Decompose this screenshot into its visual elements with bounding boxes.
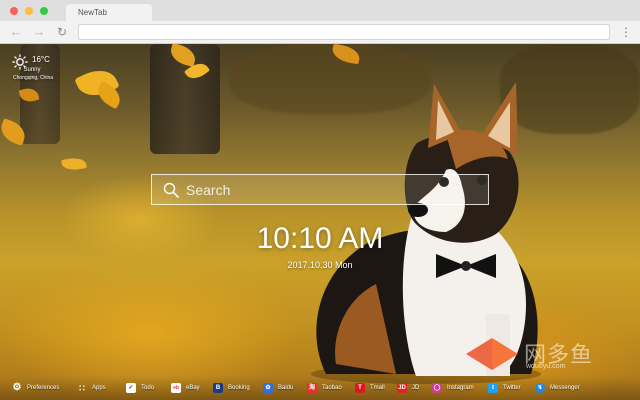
weather-temperature: 16°C [32,55,50,64]
taobao-link[interactable]: 淘 Taobao [307,381,342,394]
tmall-link[interactable]: T Tmall [355,381,385,394]
instagram-icon: ◯ [432,382,442,393]
title-bar: NewTab [0,0,640,21]
search-box[interactable] [151,174,489,205]
jd-link[interactable]: JD JD [397,381,419,394]
jd-icon: JD [397,382,407,393]
forward-arrow-icon[interactable]: → [31,24,47,40]
address-bar[interactable] [78,24,610,40]
ebay-icon: eb [171,382,181,393]
browser-chrome: NewTab ← → ↻ ⋮ [0,0,640,44]
falling-leaf [61,156,87,172]
booking-link[interactable]: B Booking [213,381,250,394]
weather-condition: Sunny [23,67,41,73]
apps-grid-icon: ∷ [79,382,85,393]
site-watermark: 网多鱼 wduoyu.com [462,334,632,374]
twitter-link[interactable]: t Twitter [488,381,521,394]
browser-tab[interactable]: NewTab [66,4,152,21]
search-icon[interactable] [163,182,179,198]
bottom-quick-links-bar: ⚙ Preferences ∷ Apps ✓ Todo eb eBay B Bo… [0,376,640,400]
messenger-link[interactable]: ↯ Messenger [535,381,580,394]
twitter-icon: t [488,382,498,393]
baidu-link[interactable]: ✿ Baidu [263,381,293,394]
maximize-window-button[interactable] [40,7,48,15]
todo-link[interactable]: ✓ Todo [126,381,154,394]
minimize-window-button[interactable] [25,7,33,15]
clock-time: 10:10 AM [256,222,384,255]
back-arrow-icon[interactable]: ← [8,24,24,40]
weather-location: Chongqing, China [12,75,54,81]
clock-date: 2017.10.30 Mon [287,260,353,270]
gear-icon: ⚙ [12,381,22,393]
fish-logo-icon [466,338,518,370]
close-window-button[interactable] [10,7,18,15]
ebay-link[interactable]: eb eBay [171,381,200,394]
browser-toolbar: ← → ↻ ⋮ [0,21,640,44]
reload-icon[interactable]: ↻ [54,24,70,40]
apps-link[interactable]: ∷ Apps [77,381,106,394]
new-tab-page: 16°C Sunny Chongqing, China 10:10 AM 201… [0,44,640,400]
booking-icon: B [213,382,223,393]
tab-title: NewTab [78,8,107,17]
tmall-icon: T [355,382,365,393]
instagram-link[interactable]: ◯ Instagram [432,381,474,394]
watermark-subtext: wduoyu.com [526,363,566,370]
taobao-icon: 淘 [307,382,317,393]
search-input[interactable] [186,175,482,204]
preferences-link[interactable]: ⚙ Preferences [12,381,60,394]
menu-kebab-icon[interactable]: ⋮ [620,24,632,40]
messenger-icon: ↯ [535,382,545,393]
todo-icon: ✓ [126,382,136,393]
baidu-icon: ✿ [263,382,273,393]
